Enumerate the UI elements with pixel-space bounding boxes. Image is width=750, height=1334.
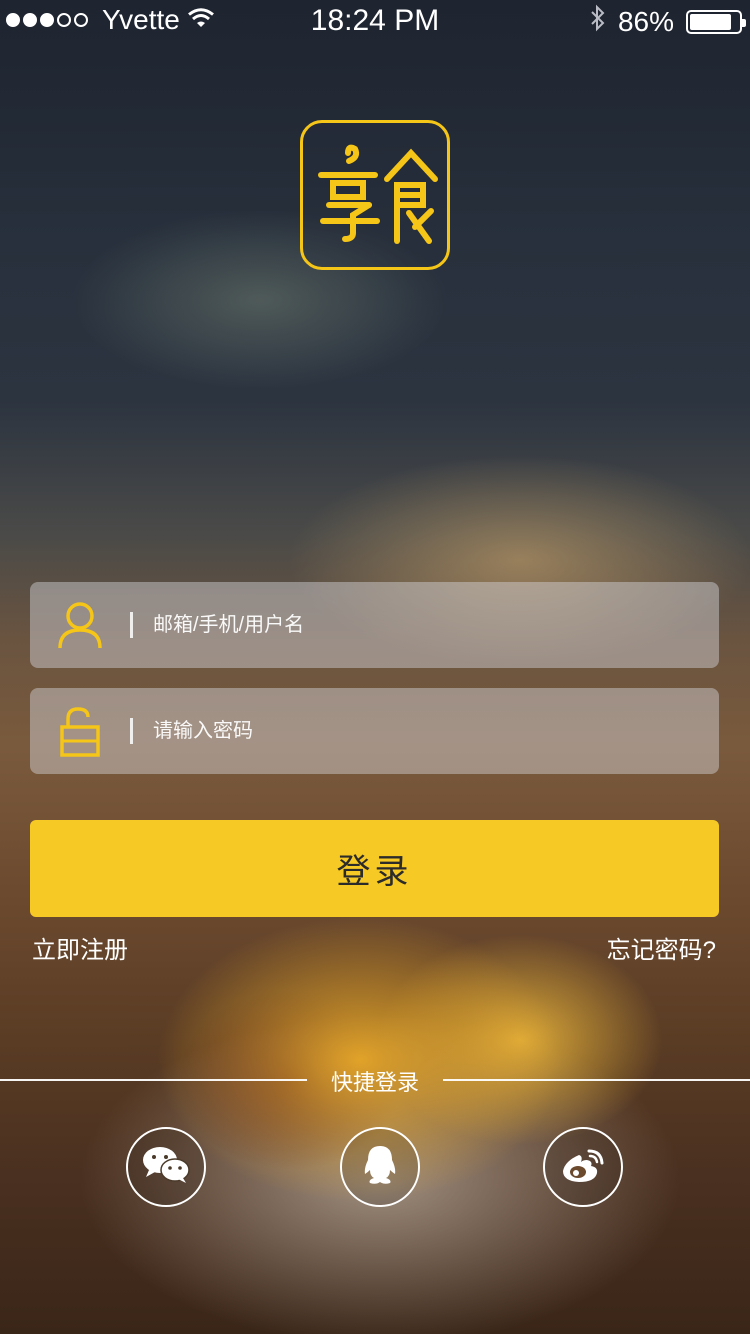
app-logo [300, 120, 450, 270]
logo-mark [318, 144, 438, 244]
field-separator [130, 612, 133, 638]
register-link[interactable]: 立即注册 [32, 930, 128, 965]
wechat-login-button[interactable] [126, 1127, 206, 1207]
password-input[interactable] [151, 700, 719, 762]
battery-percent: 86% [617, 5, 674, 37]
status-right: 86% [590, 4, 746, 39]
weibo-login-button[interactable] [543, 1127, 623, 1207]
wechat-icon [141, 1145, 191, 1190]
field-separator [130, 718, 133, 744]
bluetooth-icon [590, 4, 606, 39]
user-icon [30, 582, 130, 668]
username-input[interactable] [151, 594, 719, 656]
forgot-password-link[interactable]: 忘记密码? [607, 930, 716, 965]
status-bar: Yvette 18:24 PM 86% [0, 0, 750, 40]
battery-icon [686, 9, 746, 34]
battery-level [690, 13, 731, 30]
battery-cap [742, 18, 746, 27]
password-field[interactable] [30, 688, 719, 774]
divider-right [443, 1079, 750, 1081]
unlock-icon [30, 688, 130, 774]
qq-login-button[interactable] [340, 1127, 420, 1207]
username-field[interactable] [30, 582, 719, 668]
qq-icon [362, 1144, 398, 1191]
login-button[interactable]: 登录 [30, 820, 719, 917]
weibo-icon [559, 1145, 607, 1190]
quick-login-label: 快捷登录 [330, 1070, 419, 1095]
